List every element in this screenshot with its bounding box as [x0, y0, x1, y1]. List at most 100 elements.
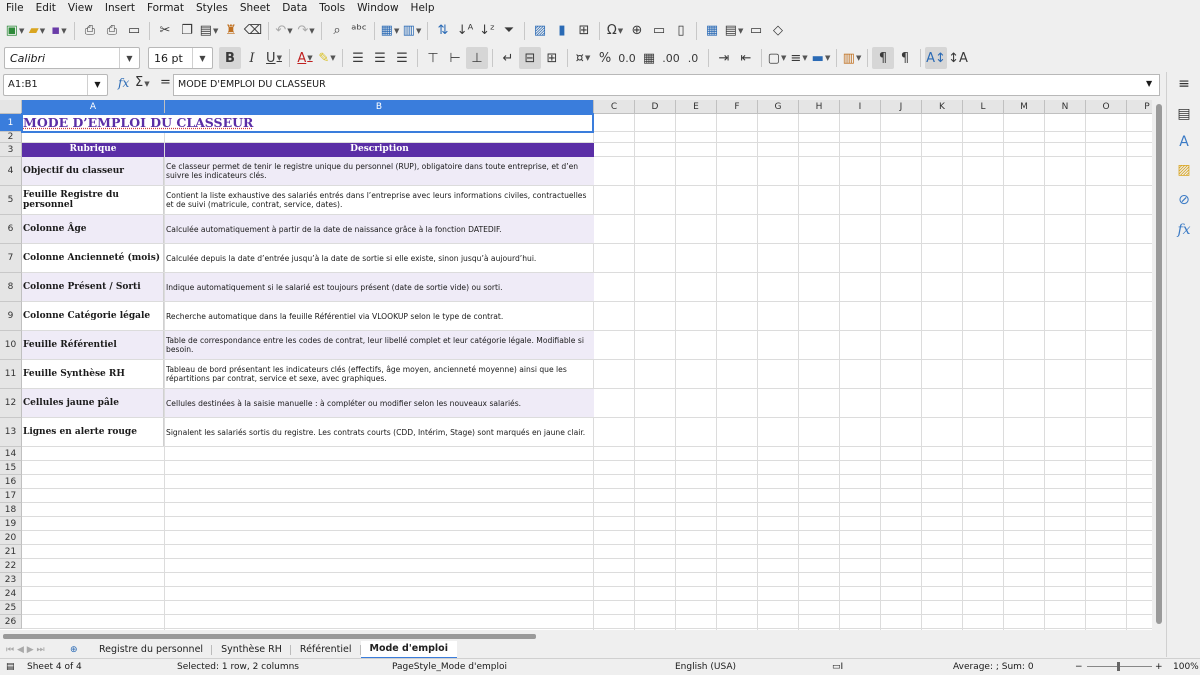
- row-header-4[interactable]: 4: [0, 157, 22, 186]
- spreadsheet-grid[interactable]: A B C D E F G H I J K L M N O P 1 2 3 4 5 6 7 8 9 10 11 12 13 14 15 16 1…: [0, 100, 1152, 630]
- zoom-out-icon[interactable]: −: [1075, 659, 1083, 675]
- rubrique-cell[interactable]: Feuille Référentiel: [22, 331, 164, 359]
- column-header-c[interactable]: C: [594, 100, 635, 114]
- description-cell[interactable]: Indique automatiquement si le salarié es…: [165, 273, 594, 301]
- show-draw-functions-icon[interactable]: ◇: [767, 20, 789, 42]
- description-cell[interactable]: Cellules destinées à la saisie manuelle …: [165, 389, 594, 417]
- cut-icon[interactable]: ✂: [154, 20, 176, 42]
- redo-icon[interactable]: ↷ ▼: [295, 20, 317, 42]
- description-cell[interactable]: Ce classeur permet de tenir le registre …: [165, 157, 594, 185]
- menu-edit[interactable]: Edit: [30, 0, 62, 17]
- row-header-11[interactable]: 11: [0, 360, 22, 389]
- row-header-10[interactable]: 10: [0, 331, 22, 360]
- sort-descending-icon[interactable]: ↓ᶻ: [476, 20, 498, 42]
- align-right-icon[interactable]: ☰: [391, 47, 413, 69]
- special-character-icon[interactable]: Ω ▼: [604, 20, 626, 42]
- row-header-25[interactable]: 25: [0, 601, 22, 615]
- column-icon[interactable]: ▥ ▼: [401, 20, 423, 42]
- row-header-13[interactable]: 13: [0, 418, 22, 447]
- conditional-format-icon[interactable]: ▥ ▼: [841, 47, 863, 69]
- open-icon[interactable]: ▰ ▼: [26, 20, 48, 42]
- vertical-scrollbar[interactable]: [1152, 100, 1166, 630]
- column-header-n[interactable]: N: [1045, 100, 1086, 114]
- description-cell[interactable]: Signalent les salariés sortis du registr…: [165, 418, 594, 446]
- row-header-1[interactable]: 1: [0, 114, 22, 132]
- hyperlink-icon[interactable]: ⊕: [626, 20, 648, 42]
- add-sheet-icon[interactable]: ⊕: [70, 645, 90, 655]
- column-header-k[interactable]: K: [922, 100, 963, 114]
- column-header-o[interactable]: O: [1086, 100, 1127, 114]
- row-header-15[interactable]: 15: [0, 461, 22, 475]
- row-header-9[interactable]: 9: [0, 302, 22, 331]
- rubrique-cell[interactable]: Objectif du classeur: [22, 157, 164, 185]
- row-header-26[interactable]: 26: [0, 615, 22, 629]
- row-header-21[interactable]: 21: [0, 545, 22, 559]
- tab-mode-emploi[interactable]: Mode d'emploi: [360, 641, 457, 659]
- column-header-l[interactable]: L: [963, 100, 1004, 114]
- zoom-slider-handle[interactable]: [1117, 662, 1120, 671]
- row-header-2[interactable]: 2: [0, 132, 22, 143]
- wrap-text-icon[interactable]: ↵: [497, 47, 519, 69]
- rubrique-cell[interactable]: Lignes en alerte rouge: [22, 418, 164, 446]
- row-header-22[interactable]: 22: [0, 559, 22, 573]
- description-cell[interactable]: Contient la liste exhaustive des salarié…: [165, 186, 594, 214]
- column-header-f[interactable]: F: [717, 100, 758, 114]
- borders-icon[interactable]: ▢ ▼: [766, 47, 788, 69]
- rubrique-cell[interactable]: Feuille Registre du personnel: [22, 186, 164, 214]
- font-name-box[interactable]: Calibri ▼: [4, 47, 140, 69]
- menu-tools[interactable]: Tools: [313, 0, 351, 17]
- column-header-b[interactable]: B: [165, 100, 594, 114]
- row-header-14[interactable]: 14: [0, 447, 22, 461]
- chevron-down-icon[interactable]: ▼: [192, 48, 212, 68]
- comment-icon[interactable]: ▭: [648, 20, 670, 42]
- header-description[interactable]: Description: [165, 143, 594, 157]
- rubrique-cell[interactable]: Colonne Âge: [22, 215, 164, 243]
- language[interactable]: English (USA): [675, 659, 736, 675]
- center-vertically-icon[interactable]: ⊢: [444, 47, 466, 69]
- row-header-3[interactable]: 3: [0, 143, 22, 157]
- column-header-e[interactable]: E: [676, 100, 717, 114]
- number-format-icon[interactable]: 0.0: [616, 47, 638, 69]
- tab-synthese[interactable]: Synthèse RH: [212, 642, 291, 658]
- underline-icon[interactable]: U ▼: [263, 47, 285, 69]
- sum-icon[interactable]: Σ▼: [135, 75, 150, 90]
- menu-styles[interactable]: Styles: [190, 0, 234, 17]
- export-pdf-icon[interactable]: ⎙: [79, 20, 101, 42]
- spelling-icon[interactable]: ᵃᵇᶜ: [348, 20, 370, 42]
- header-rubrique[interactable]: Rubrique: [22, 143, 164, 157]
- rubrique-cell[interactable]: Colonne Ancienneté (mois): [22, 244, 164, 272]
- horizontal-scrollbar[interactable]: [0, 630, 1152, 642]
- align-top-icon[interactable]: ⊤: [422, 47, 444, 69]
- copy-icon[interactable]: ❐: [176, 20, 198, 42]
- chevron-down-icon[interactable]: ▼: [87, 75, 107, 95]
- column-header-g[interactable]: G: [758, 100, 799, 114]
- clone-formatting-icon[interactable]: ♜: [220, 20, 242, 42]
- clear-formatting-icon[interactable]: ⌫: [242, 20, 264, 42]
- rubrique-cell[interactable]: Feuille Synthèse RH: [22, 360, 164, 388]
- description-cell[interactable]: Table de correspondance entre les codes …: [165, 331, 594, 359]
- column-header-a[interactable]: A: [22, 100, 165, 114]
- row-header-19[interactable]: 19: [0, 517, 22, 531]
- unmerge-icon[interactable]: ⊞: [541, 47, 563, 69]
- zoom-in-icon[interactable]: +: [1155, 659, 1163, 675]
- menu-icon[interactable]: ≡: [1174, 76, 1194, 96]
- menu-view[interactable]: View: [62, 0, 99, 17]
- date-format-icon[interactable]: ▦: [638, 47, 660, 69]
- text-top-bottom-icon[interactable]: A↕: [925, 47, 947, 69]
- selection-mode-icon[interactable]: ▭I: [832, 659, 843, 675]
- formula-icon[interactable]: =: [160, 75, 171, 90]
- left-to-right-icon[interactable]: ¶: [872, 47, 894, 69]
- pivot-table-icon[interactable]: ⊞: [573, 20, 595, 42]
- header-footer-icon[interactable]: ▯: [670, 20, 692, 42]
- scroll-thumb[interactable]: [1156, 104, 1162, 624]
- paste-icon[interactable]: ▤ ▼: [198, 20, 220, 42]
- column-header-p[interactable]: P: [1127, 100, 1152, 114]
- menu-data[interactable]: Data: [276, 0, 313, 17]
- bold-icon[interactable]: B: [219, 47, 241, 69]
- insert-image-icon[interactable]: ▨: [529, 20, 551, 42]
- add-decimal-icon[interactable]: .00: [660, 47, 682, 69]
- row-header-18[interactable]: 18: [0, 503, 22, 517]
- new-icon[interactable]: ▣ ▼: [4, 20, 26, 42]
- tab-registre[interactable]: Registre du personnel: [90, 642, 213, 658]
- save-icon[interactable]: ▪ ▼: [48, 20, 70, 42]
